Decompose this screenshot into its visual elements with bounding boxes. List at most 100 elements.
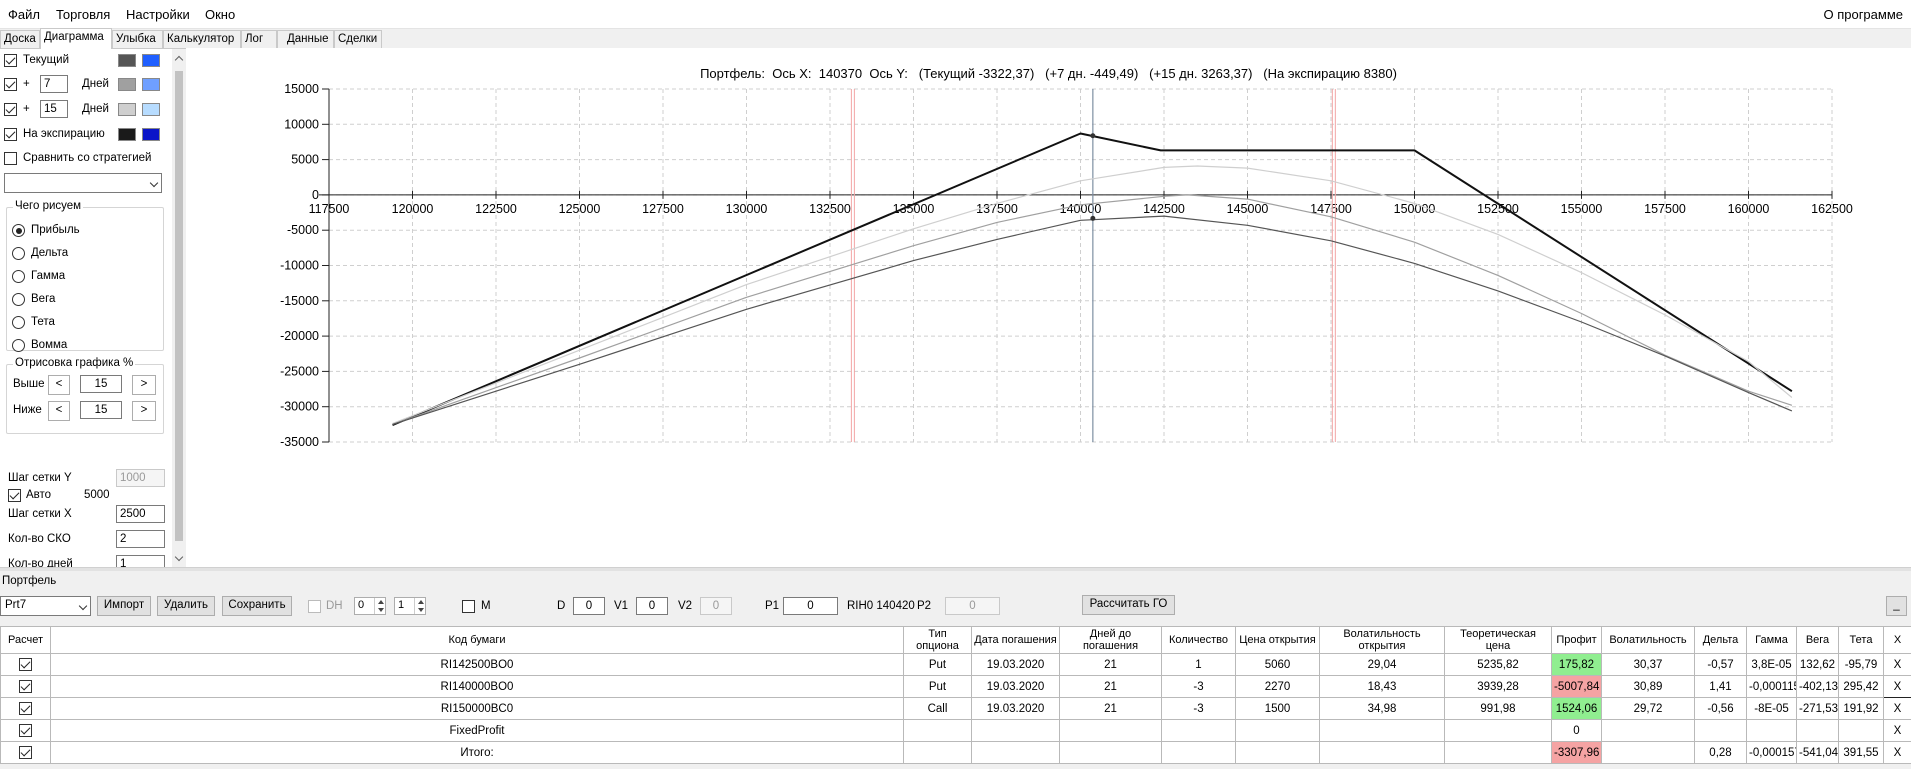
col-header-theo[interactable]: Теоретическая цена <box>1444 626 1552 654</box>
import-button[interactable]: Импорт <box>97 596 151 616</box>
above-percent-input[interactable]: 15 <box>80 375 122 393</box>
row-calc-checkbox[interactable] <box>0 675 51 698</box>
panel-scrollbar[interactable] <box>172 49 186 568</box>
spin-1-arrows[interactable] <box>374 598 385 614</box>
plus7-color-dark[interactable] <box>118 78 136 91</box>
checkbox-icon[interactable] <box>19 702 32 715</box>
scroll-down-icon[interactable] <box>174 552 184 562</box>
checkbox-icon[interactable] <box>19 680 32 693</box>
row-calc-checkbox[interactable] <box>0 653 51 676</box>
tab-smile[interactable]: Улыбка <box>112 30 163 48</box>
radio-delta[interactable] <box>12 247 25 260</box>
current-checkbox[interactable] <box>4 54 17 67</box>
below-increase-button[interactable]: > <box>132 401 156 421</box>
plus15-checkbox[interactable] <box>4 103 17 116</box>
radio-gamma[interactable] <box>12 270 25 283</box>
radio-theta[interactable] <box>12 316 25 329</box>
tab-log[interactable]: Лог <box>241 30 277 48</box>
expiry-color-dark[interactable] <box>118 128 136 141</box>
expiry-checkbox[interactable] <box>4 128 17 141</box>
below-percent-input[interactable]: 15 <box>80 401 122 419</box>
col-header-profit[interactable]: Профит <box>1551 626 1602 654</box>
tab-board[interactable]: Доска <box>0 30 40 48</box>
col-header-delta[interactable]: Дельта <box>1694 626 1747 654</box>
below-decrease-button[interactable]: < <box>48 401 70 421</box>
col-header-qty[interactable]: Количество <box>1161 626 1236 654</box>
radio-profit[interactable] <box>12 224 25 237</box>
menu-trading[interactable]: Торговля <box>56 7 110 22</box>
delete-button[interactable]: Удалить <box>157 596 215 616</box>
table-row[interactable]: RI150000BC0 Call 19.03.2020 21 -3 1500 34,98 99… <box>0 697 1911 720</box>
d-input[interactable]: 0 <box>573 597 605 615</box>
spin-2[interactable]: 1 <box>394 597 426 615</box>
col-header-vol[interactable]: Волатильность <box>1601 626 1695 654</box>
scroll-thumb[interactable] <box>175 71 183 541</box>
table-row[interactable]: Итого: -3307,96 0,28 -0,000157 -541,04 391,55… <box>0 741 1911 764</box>
current-color-dark[interactable] <box>118 54 136 67</box>
checkbox-icon[interactable] <box>19 746 32 759</box>
sko-input[interactable]: 2 <box>116 530 165 548</box>
table-row[interactable]: RI142500BO0 Put 19.03.2020 21 1 5060 29,04 5235… <box>0 653 1911 676</box>
grid-y-input[interactable]: 1000 <box>116 469 165 487</box>
row-delete-button[interactable]: X <box>1883 741 1911 764</box>
calc-margin-button[interactable]: Рассчитать ГО <box>1082 595 1175 615</box>
row-delete-button[interactable]: X <box>1883 719 1911 742</box>
col-header-calc[interactable]: Расчет <box>0 626 51 654</box>
menu-file[interactable]: Файл <box>8 7 40 22</box>
menu-about[interactable]: О программе <box>1823 7 1903 22</box>
col-header-theta[interactable]: Тета <box>1838 626 1884 654</box>
plus15-color-accent[interactable] <box>142 103 160 116</box>
col-header-type[interactable]: Тип опциона <box>903 626 972 654</box>
plus15-color-dark[interactable] <box>118 103 136 116</box>
spin-2-arrows[interactable] <box>414 598 425 614</box>
expiry-color-accent[interactable] <box>142 128 160 141</box>
portfolio-select[interactable]: Prt7 <box>0 596 91 616</box>
radio-vega[interactable] <box>12 293 25 306</box>
row-calc-checkbox[interactable] <box>0 697 51 720</box>
m-checkbox[interactable] <box>462 600 475 613</box>
save-button[interactable]: Сохранить <box>222 596 292 616</box>
tab-diagram[interactable]: Диаграмма <box>40 28 112 49</box>
splitter[interactable] <box>0 567 1911 571</box>
p2-input[interactable]: 0 <box>945 597 1000 615</box>
menu-settings[interactable]: Настройки <box>126 7 190 22</box>
row-calc-checkbox[interactable] <box>0 741 51 764</box>
col-header-gamma[interactable]: Гамма <box>1746 626 1797 654</box>
compare-checkbox[interactable] <box>4 152 17 165</box>
col-header-date[interactable]: Дата погашения <box>971 626 1060 654</box>
plus7-color-accent[interactable] <box>142 78 160 91</box>
auto-checkbox[interactable] <box>8 489 21 502</box>
menu-window[interactable]: Окно <box>205 7 235 22</box>
col-header-days[interactable]: Дней до погашения <box>1059 626 1162 654</box>
row-delete-button[interactable]: X <box>1883 653 1911 676</box>
v2-input[interactable]: 0 <box>700 597 732 615</box>
scroll-up-icon[interactable] <box>174 55 184 65</box>
payoff-chart[interactable]: 15000 10000 5000 0 -5000 -10000 -15000 -20000 -2… <box>186 48 1911 568</box>
v1-input[interactable]: 0 <box>636 597 668 615</box>
strategy-select[interactable] <box>4 173 162 193</box>
current-color-accent[interactable] <box>142 54 160 67</box>
minimize-button[interactable]: _ <box>1886 596 1907 616</box>
plus15-days-input[interactable]: 15 <box>40 100 68 118</box>
above-increase-button[interactable]: > <box>132 375 156 395</box>
grid-x-input[interactable]: 2500 <box>116 505 165 523</box>
table-row[interactable]: RI140000BO0 Put 19.03.2020 21 -3 2270 18,43 393… <box>0 675 1911 698</box>
above-decrease-button[interactable]: < <box>48 375 70 395</box>
col-header-open-price[interactable]: Цена открытия <box>1235 626 1320 654</box>
spin-1[interactable]: 0 <box>354 597 386 615</box>
col-header-code[interactable]: Код бумаги <box>50 626 904 654</box>
row-calc-checkbox[interactable] <box>0 719 51 742</box>
checkbox-icon[interactable] <box>19 658 32 671</box>
checkbox-icon[interactable] <box>19 724 32 737</box>
tab-data[interactable]: Данные <box>277 30 334 48</box>
table-row[interactable]: FixedProfit 0 X <box>0 719 1911 742</box>
dh-checkbox[interactable] <box>308 600 321 613</box>
col-header-vega[interactable]: Вега <box>1796 626 1839 654</box>
row-delete-button[interactable]: X <box>1883 675 1911 698</box>
row-delete-button[interactable]: X <box>1883 697 1911 720</box>
tab-calculator[interactable]: Калькулятор <box>163 30 241 48</box>
tab-deals[interactable]: Сделки <box>334 30 382 48</box>
radio-vomma[interactable] <box>12 339 25 352</box>
plus7-checkbox[interactable] <box>4 78 17 91</box>
p1-input[interactable]: 0 <box>783 597 838 615</box>
